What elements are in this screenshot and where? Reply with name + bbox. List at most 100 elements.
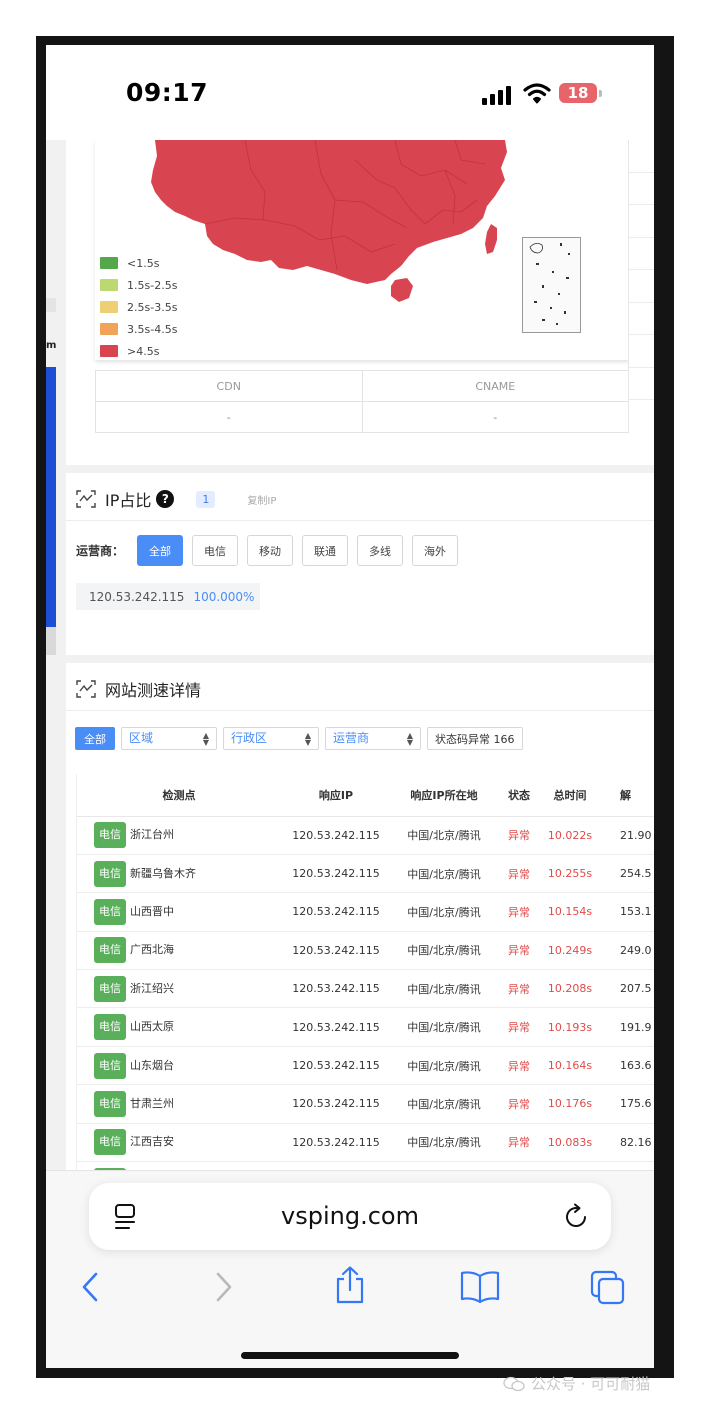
- total-time: 10.208s: [540, 969, 600, 1009]
- share-icon[interactable]: [334, 1265, 366, 1305]
- china-speed-map[interactable]: <1.5s 1.5s-2.5s 2.5s-3.5s 3.5s-4.5s >4.5s: [95, 140, 629, 360]
- ip-share-chip: 120.53.242.115 100.000%: [76, 583, 260, 610]
- probe-location: 甘肃兰州: [130, 1096, 174, 1110]
- legend-swatch: [100, 345, 118, 357]
- legend-label: 3.5s-4.5s: [127, 322, 178, 336]
- forward-icon[interactable]: [210, 1270, 236, 1304]
- ip-location: 中国/北京/腾讯: [390, 969, 498, 1009]
- ip-address: 120.53.242.115: [89, 589, 185, 604]
- probe-location: 山西太原: [130, 1020, 174, 1034]
- table-row[interactable]: 电信 山西太原 120.53.242.115 中国/北京/腾讯 异常 10.193s 191…: [76, 1007, 654, 1047]
- copy-ip-link[interactable]: 复制IP: [247, 492, 276, 507]
- status: 异常: [498, 931, 540, 971]
- table-header-row: 检测点 响应IP 响应IP所在地 状态 总时间 解: [76, 774, 654, 817]
- probe-cell: 电信 浙江绍兴: [76, 969, 282, 1009]
- cellular-signal-icon: [482, 85, 512, 105]
- table-row[interactable]: 电信 广西北海 120.53.242.115 中国/北京/腾讯 异常 10.249s 249…: [76, 931, 654, 971]
- speed-detail-body: 网站测速详情 全部 区域 ▲ ▼ 行政区 ▲ ▼ 运营商 ▲ ▼ 状态码异常 1…: [66, 663, 654, 1170]
- reload-icon[interactable]: [564, 1203, 590, 1231]
- ip-share-title-row: IP占比 ? 1 复制IP: [76, 487, 276, 511]
- status-bar: 09:17 18: [46, 45, 654, 140]
- isp-button-overseas[interactable]: 海外: [412, 535, 459, 566]
- select-arrows-icon: ▲ ▼: [202, 731, 209, 747]
- bookmarks-icon[interactable]: [460, 1270, 500, 1304]
- probe-cell: 电信 山西晋中: [76, 892, 282, 932]
- battery-indicator: 18: [559, 83, 597, 103]
- status: 异常: [498, 1007, 540, 1047]
- table-row[interactable]: 电信: [76, 1161, 654, 1170]
- legend-label: 1.5s-2.5s: [127, 278, 178, 292]
- isp-select[interactable]: 运营商 ▲ ▼: [325, 727, 421, 750]
- table-row[interactable]: 电信 山东烟台 120.53.242.115 中国/北京/腾讯 异常 10.164s 163…: [76, 1046, 654, 1086]
- ip-location: [390, 1161, 498, 1170]
- left-peek-scrollbar: [46, 627, 56, 655]
- isp-button-unicom[interactable]: 联通: [302, 535, 349, 566]
- probe-location: 江西吉安: [130, 1135, 174, 1149]
- back-icon[interactable]: [78, 1270, 104, 1304]
- status-time: 09:17: [126, 78, 209, 107]
- status: 异常: [498, 816, 540, 855]
- response-ip: 120.53.242.115: [282, 854, 390, 894]
- isp-button-mobile[interactable]: 移动: [247, 535, 294, 566]
- response-ip: 120.53.242.115: [282, 931, 390, 971]
- status: [498, 1161, 540, 1170]
- address-bar[interactable]: vsping.com: [89, 1183, 611, 1250]
- help-icon[interactable]: ?: [156, 490, 175, 508]
- isp-button-all[interactable]: 全部: [137, 535, 184, 566]
- probe-location: 山西晋中: [130, 904, 174, 918]
- wifi-icon: [523, 83, 551, 104]
- dns-time: 82.16: [600, 1123, 654, 1163]
- isp-tag: 电信: [94, 860, 126, 887]
- filter-all-button[interactable]: 全部: [75, 727, 115, 750]
- table-row[interactable]: 电信 江西吉安 120.53.242.115 中国/北京/腾讯 异常 10.083s 82.…: [76, 1123, 654, 1163]
- ip-location: 中国/北京/腾讯: [390, 1046, 498, 1086]
- map-legend: <1.5s 1.5s-2.5s 2.5s-3.5s 3.5s-4.5s >4.5s: [100, 252, 177, 360]
- phone-screen: 09:17 18 m <1.5s 1.5s-2.5s 2.5s-3.5s 3.5…: [46, 45, 654, 1368]
- tabs-icon[interactable]: [590, 1270, 626, 1306]
- map-card: <1.5s 1.5s-2.5s 2.5s-3.5s 3.5s-4.5s >4.5s CD…: [66, 140, 654, 465]
- select-arrows-icon: ▲ ▼: [304, 731, 311, 747]
- dns-time: 175.6: [600, 1084, 654, 1124]
- left-peek-tag: [46, 298, 56, 312]
- legend-item: 1.5s-2.5s: [100, 274, 177, 296]
- left-peek-chart: [46, 367, 56, 627]
- col-total-time: 总时间: [540, 774, 600, 817]
- status: 异常: [498, 1084, 540, 1124]
- status-code-error-filter[interactable]: 状态码异常 166: [427, 727, 523, 750]
- table-row[interactable]: 电信 浙江绍兴 120.53.242.115 中国/北京/腾讯 异常 10.208s 207…: [76, 969, 654, 1009]
- isp-button-telecom[interactable]: 电信: [192, 535, 239, 566]
- browser-toolbar: vsping.com: [46, 1170, 654, 1368]
- table-row[interactable]: 电信 新疆乌鲁木齐 120.53.242.115 中国/北京/腾讯 异常 10.255s 2…: [76, 854, 654, 894]
- district-select[interactable]: 行政区 ▲ ▼: [223, 727, 319, 750]
- table-row[interactable]: 电信 山西晋中 120.53.242.115 中国/北京/腾讯 异常 10.154s 153…: [76, 892, 654, 932]
- watermark: 公众号 · 可可耐猫: [503, 1373, 650, 1394]
- isp-tag: 电信: [94, 975, 126, 1002]
- region-select[interactable]: 区域 ▲ ▼: [121, 727, 217, 750]
- probe-location: 浙江绍兴: [130, 981, 174, 995]
- col-status: 状态: [498, 774, 540, 817]
- isp-tag: 电信: [94, 937, 126, 964]
- probe-location: 山东烟台: [130, 1058, 174, 1072]
- dns-time: 153.1: [600, 892, 654, 932]
- table-left-border: [76, 774, 77, 1170]
- home-indicator[interactable]: [241, 1352, 459, 1359]
- table-row[interactable]: 电信 甘肃兰州 120.53.242.115 中国/北京/腾讯 异常 10.176s 175…: [76, 1084, 654, 1124]
- ip-card-divider: [66, 520, 654, 521]
- total-time: 10.154s: [540, 892, 600, 932]
- ip-share-card: IP占比 ? 1 复制IP 运营商： 全部 电信 移动 联通 多线 海外 120…: [66, 473, 654, 655]
- probe-cell: 电信 广西北海: [76, 931, 282, 971]
- response-ip: 120.53.242.115: [282, 1084, 390, 1124]
- total-time: 10.193s: [540, 1007, 600, 1047]
- isp-button-multiline[interactable]: 多线: [357, 535, 404, 566]
- left-peek-panel: m: [46, 290, 56, 655]
- status: 异常: [498, 892, 540, 932]
- probe-location: 广西北海: [130, 943, 174, 957]
- isp-tag: 电信: [94, 1052, 126, 1079]
- total-time: 10.249s: [540, 931, 600, 971]
- table-row[interactable]: 电信 浙江台州 120.53.242.115 中国/北京/腾讯 异常 10.022s 21.…: [76, 816, 654, 855]
- webpage-content[interactable]: m <1.5s 1.5s-2.5s 2.5s-3.5s 3.5s-4.5s >4…: [46, 140, 654, 1170]
- url-text[interactable]: vsping.com: [89, 1202, 611, 1230]
- probe-cell: 电信: [76, 1161, 282, 1170]
- response-ip: 120.53.242.115: [282, 1123, 390, 1163]
- probe-cell: 电信 新疆乌鲁木齐: [76, 854, 282, 894]
